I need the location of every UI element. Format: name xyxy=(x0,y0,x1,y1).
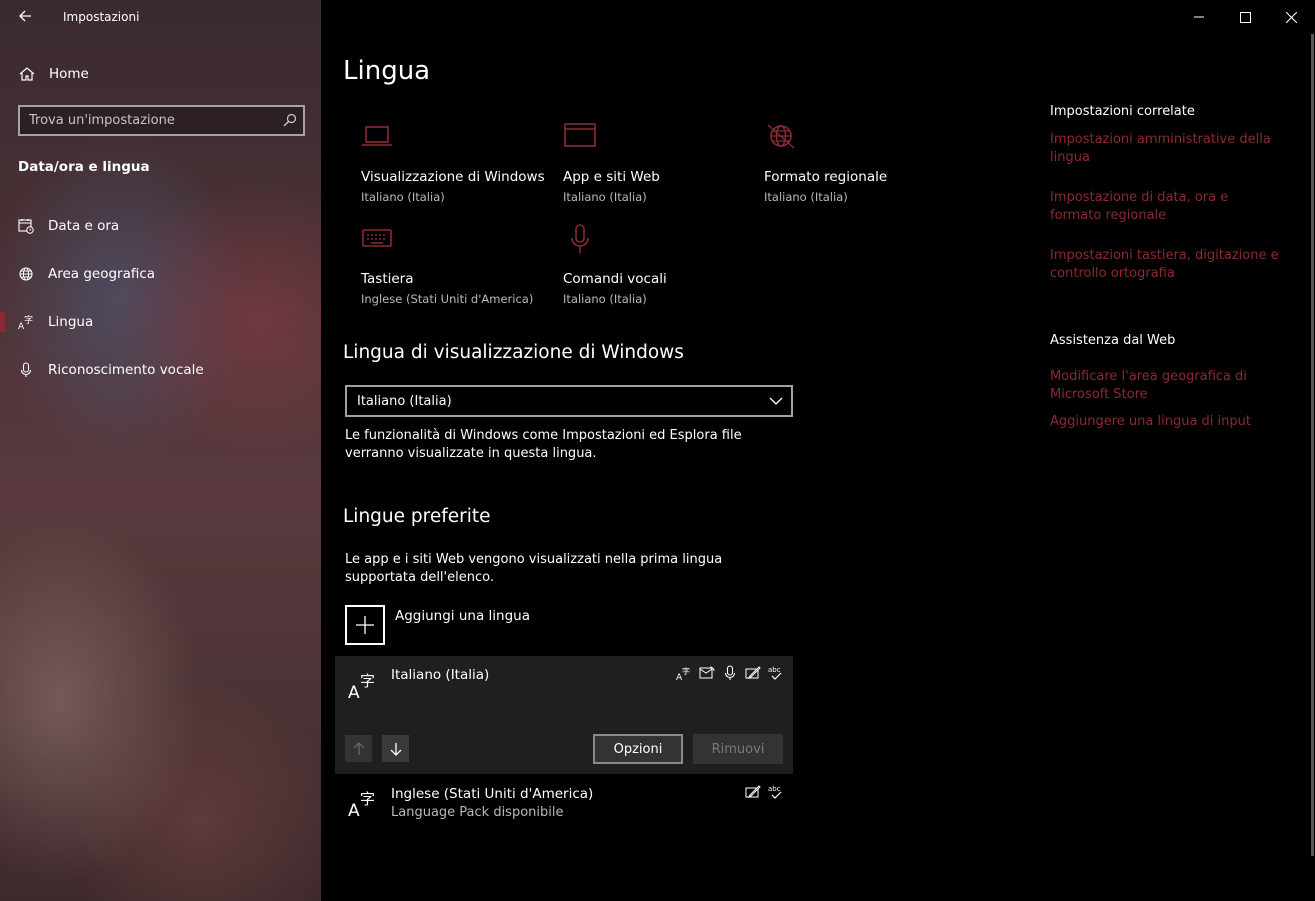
tile-visualizzazione-windows[interactable]: Visualizzazione di Windows Italiano (Ita… xyxy=(343,122,545,204)
link-add-input-language[interactable]: Aggiungere una lingua di input xyxy=(1050,413,1280,431)
remove-button[interactable]: Rimuovi xyxy=(693,734,783,764)
language-features: A字 abc xyxy=(676,665,784,681)
link-date-time-format[interactable]: Impostazione di data, ora e formato regi… xyxy=(1050,189,1280,225)
svg-text:字: 字 xyxy=(360,790,375,808)
display-language-icon: A字 xyxy=(676,666,690,681)
globe-icon xyxy=(19,267,33,281)
link-admin-language[interactable]: Impostazioni amministrative della lingua xyxy=(1050,131,1280,167)
svg-text:abc: abc xyxy=(768,785,781,793)
language-item-italiano[interactable]: A字 Italiano (Italia) A字 abc Opzioni Rimu… xyxy=(335,656,793,774)
add-language-label: Aggiungi una lingua xyxy=(395,608,530,624)
link-store-region[interactable]: Modificare l'area geografica di Microsof… xyxy=(1050,368,1280,404)
svg-text:abc: abc xyxy=(768,666,781,674)
tile-tastiera[interactable]: Tastiera Inglese (Stati Uniti d'America) xyxy=(343,224,534,306)
sidebar-item-label: Area geografica xyxy=(48,266,156,282)
search-icon[interactable] xyxy=(283,113,297,127)
language-glyph-icon: A字 xyxy=(348,790,375,818)
back-arrow-icon xyxy=(19,10,31,22)
scrollbar[interactable] xyxy=(1311,34,1314,856)
preferred-languages-heading: Lingue preferite xyxy=(343,506,491,527)
sidebar-item-area-geografica[interactable]: Area geografica xyxy=(0,254,321,294)
tile-comandi-vocali[interactable]: Comandi vocali Italiano (Italia) xyxy=(545,224,735,306)
svg-text:A: A xyxy=(348,801,360,818)
search-input[interactable] xyxy=(29,113,269,128)
microphone-icon xyxy=(571,224,589,253)
spellcheck-icon: abc xyxy=(768,785,782,799)
microphone-icon xyxy=(20,362,32,377)
tile-name: Comandi vocali xyxy=(563,271,667,287)
language-icon: A字 xyxy=(18,314,33,330)
display-language-dropdown[interactable]: Italiano (Italia) xyxy=(345,385,793,417)
sidebar-item-label: Data e ora xyxy=(48,218,120,234)
close-button[interactable] xyxy=(1268,0,1314,34)
page-title: Lingua xyxy=(343,56,431,86)
sidebar: Impostazioni Home Data/ora e lingua Data… xyxy=(0,0,321,901)
app-title: Impostazioni xyxy=(63,10,140,24)
laptop-icon xyxy=(362,126,392,146)
browser-window-icon xyxy=(564,123,596,147)
maximize-icon xyxy=(1239,11,1251,23)
language-glyph-icon: A字 xyxy=(348,672,375,700)
tile-name: App e siti Web xyxy=(563,169,660,185)
svg-text:字: 字 xyxy=(682,666,690,676)
dropdown-value: Italiano (Italia) xyxy=(357,393,452,409)
move-up-button[interactable] xyxy=(345,735,372,762)
move-down-button[interactable] xyxy=(382,735,409,762)
speech-icon xyxy=(724,665,736,680)
language-name: Inglese (Stati Uniti d'America) xyxy=(391,786,594,802)
handwriting-icon xyxy=(745,666,761,680)
web-help-heading: Assistenza dal Web xyxy=(1050,333,1176,348)
tile-name: Formato regionale xyxy=(764,169,888,185)
spellcheck-icon: abc xyxy=(768,666,782,680)
home-label: Home xyxy=(49,66,89,82)
minimize-icon xyxy=(1194,16,1204,18)
options-button[interactable]: Opzioni xyxy=(593,734,683,764)
display-language-description: Le funzionalità di Windows come Impostaz… xyxy=(345,428,742,461)
section-heading: Data/ora e lingua xyxy=(18,159,150,175)
add-language-button[interactable]: Aggiungi una lingua xyxy=(345,605,530,645)
svg-text:字: 字 xyxy=(360,672,375,690)
text-to-speech-icon xyxy=(699,666,715,679)
close-icon xyxy=(1285,11,1297,23)
tile-name: Tastiera xyxy=(361,271,414,287)
calendar-clock-icon xyxy=(18,219,34,234)
tile-value: Italiano (Italia) xyxy=(764,190,848,204)
handwriting-icon xyxy=(745,785,761,799)
arrow-down-icon xyxy=(390,742,401,756)
related-settings-heading: Impostazioni correlate xyxy=(1050,104,1195,119)
sidebar-item-lingua[interactable]: A字 Lingua xyxy=(0,302,321,342)
tile-value: Italiano (Italia) xyxy=(563,292,647,306)
tile-app-siti-web[interactable]: App e siti Web Italiano (Italia) xyxy=(545,122,735,204)
search-box[interactable] xyxy=(18,105,305,136)
sidebar-item-data-e-ora[interactable]: Data e ora xyxy=(0,206,321,246)
link-keyboard-settings[interactable]: Impostazioni tastiera, digitazione e con… xyxy=(1050,247,1280,283)
maximize-button[interactable] xyxy=(1222,0,1268,34)
chevron-down-icon xyxy=(769,397,783,405)
minimize-button[interactable] xyxy=(1176,0,1222,34)
tile-formato-regionale[interactable]: Formato regionale Italiano (Italia) xyxy=(746,122,936,204)
preferred-languages-description: Le app e i siti Web vengono visualizzati… xyxy=(345,552,723,585)
globe-format-icon xyxy=(767,124,795,149)
display-language-heading: Lingua di visualizzazione di Windows xyxy=(343,342,684,363)
svg-text:字: 字 xyxy=(24,314,33,326)
language-status: Language Pack disponibile xyxy=(391,805,564,820)
sidebar-item-label: Lingua xyxy=(48,314,94,330)
tile-value: Italiano (Italia) xyxy=(361,190,445,204)
svg-text:A: A xyxy=(348,683,360,700)
home-link[interactable]: Home xyxy=(18,64,89,84)
tile-value: Inglese (Stati Uniti d'America) xyxy=(361,292,534,306)
keyboard-icon xyxy=(362,229,392,247)
language-name: Italiano (Italia) xyxy=(391,667,490,683)
tile-name: Visualizzazione di Windows xyxy=(361,169,545,185)
sidebar-item-label: Riconoscimento vocale xyxy=(48,362,204,378)
tile-value: Italiano (Italia) xyxy=(563,190,647,204)
plus-icon xyxy=(345,605,385,645)
arrow-up-icon xyxy=(353,741,364,755)
back-button[interactable] xyxy=(14,8,36,28)
home-icon xyxy=(19,67,35,81)
language-item-inglese[interactable]: A字 Inglese (Stati Uniti d'America) Langu… xyxy=(335,776,793,836)
sidebar-item-riconoscimento-vocale[interactable]: Riconoscimento vocale xyxy=(0,350,321,390)
language-features: abc xyxy=(745,784,784,800)
